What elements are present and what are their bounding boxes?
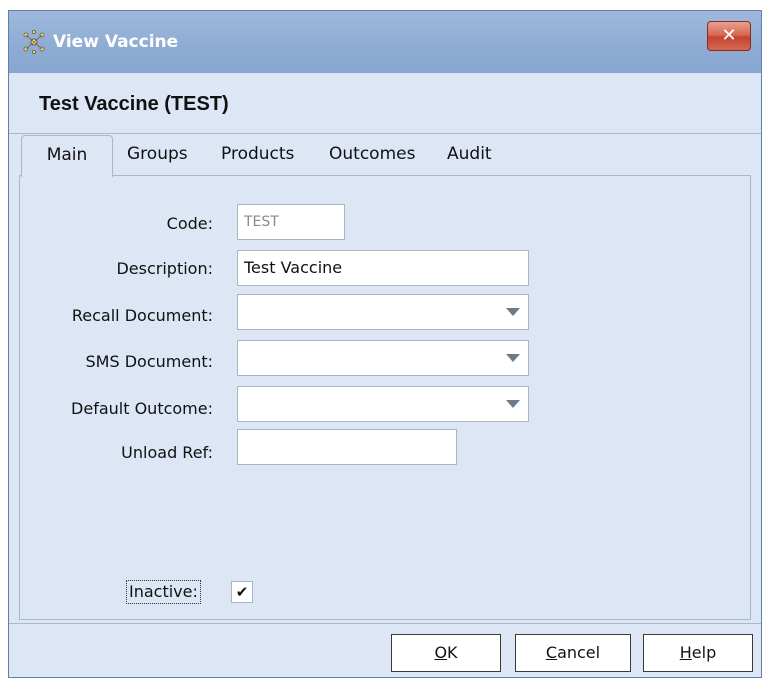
button-bar: OK Cancel Help bbox=[9, 623, 761, 680]
chevron-down-icon bbox=[506, 354, 520, 362]
recall-document-label: Recall Document: bbox=[71, 306, 213, 325]
close-button[interactable]: ✕ bbox=[707, 21, 751, 51]
tab-groups[interactable]: Groups bbox=[127, 135, 188, 173]
tab-outcomes[interactable]: Outcomes bbox=[329, 135, 415, 173]
sms-document-label: SMS Document: bbox=[85, 352, 213, 371]
description-label: Description: bbox=[116, 259, 213, 278]
record-header: Test Vaccine (TEST) bbox=[9, 73, 761, 134]
close-icon: ✕ bbox=[721, 25, 737, 46]
recall-document-select[interactable] bbox=[237, 294, 529, 330]
window-title: View Vaccine bbox=[53, 32, 179, 52]
cancel-mnemonic: C bbox=[545, 643, 558, 662]
sms-document-select[interactable] bbox=[237, 340, 529, 376]
unload-ref-label: Unload Ref: bbox=[121, 443, 213, 462]
default-outcome-label: Default Outcome: bbox=[71, 399, 213, 418]
vaccine-app-icon bbox=[23, 29, 45, 54]
tab-main[interactable]: Main bbox=[21, 135, 113, 177]
checkmark-icon: ✔ bbox=[235, 583, 249, 601]
help-mnemonic: H bbox=[679, 643, 692, 662]
code-field[interactable]: TEST bbox=[237, 204, 345, 240]
cancel-button[interactable]: Cancel bbox=[515, 634, 631, 672]
ok-button[interactable]: OK bbox=[391, 634, 501, 672]
record-title: Test Vaccine (TEST) bbox=[39, 93, 229, 115]
chevron-down-icon bbox=[506, 308, 520, 316]
ok-mnemonic: O bbox=[434, 643, 448, 662]
ok-label-rest: K bbox=[447, 643, 458, 662]
inactive-checkbox[interactable]: ✔ bbox=[231, 581, 253, 603]
tab-products[interactable]: Products bbox=[221, 135, 294, 173]
chevron-down-icon bbox=[506, 400, 520, 408]
unload-ref-field[interactable] bbox=[237, 429, 457, 465]
description-field[interactable]: Test Vaccine bbox=[237, 250, 529, 286]
help-label-rest: elp bbox=[691, 643, 717, 662]
help-button[interactable]: Help bbox=[643, 634, 753, 672]
cancel-label-rest: ancel bbox=[557, 643, 601, 662]
view-vaccine-dialog: View Vaccine ✕ Test Vaccine (TEST) Main … bbox=[8, 10, 762, 678]
tab-audit[interactable]: Audit bbox=[447, 135, 492, 173]
title-bar: View Vaccine ✕ bbox=[9, 11, 761, 73]
inactive-label: Inactive: bbox=[126, 580, 201, 604]
default-outcome-select[interactable] bbox=[237, 386, 529, 422]
code-label: Code: bbox=[166, 214, 213, 233]
